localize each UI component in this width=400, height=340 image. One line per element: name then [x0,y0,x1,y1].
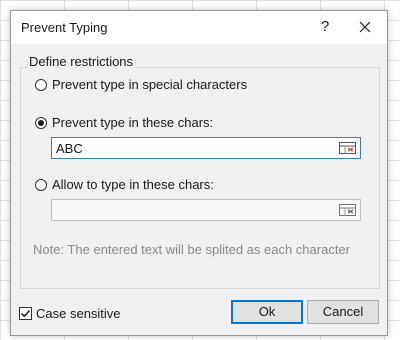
close-icon [359,21,371,33]
radio-option-special[interactable]: Prevent type in special characters [35,77,247,92]
range-select-button-allow[interactable] [338,202,358,218]
note-text: Note: The entered text will be splited a… [33,242,350,257]
radio-label-prevent-chars: Prevent type in these chars: [52,115,214,130]
ok-button[interactable]: Ok [231,300,303,324]
range-select-button-prevent[interactable] [338,140,358,156]
radio-label-special: Prevent type in special characters [52,77,248,92]
close-button[interactable] [355,17,375,37]
prevent-chars-value: ABC [56,141,83,156]
allow-chars-input[interactable] [51,199,361,221]
help-button[interactable]: ? [315,17,335,37]
radio-option-allow-chars[interactable]: Allow to type in these chars: [35,177,214,192]
cancel-button[interactable]: Cancel [307,300,379,324]
radio-button-allow-chars[interactable] [35,178,47,191]
range-select-icon [339,204,356,216]
radio-label-allow-chars: Allow to type in these chars: [52,177,214,192]
range-select-icon [339,142,356,154]
case-sensitive-checkbox[interactable] [19,307,32,320]
case-sensitive-label: Case sensitive [36,306,121,321]
prevent-typing-dialog: Prevent Typing ? Define restrictions Pre… [10,10,388,336]
dialog-title: Prevent Typing [21,20,108,35]
checkmark-icon [20,309,31,318]
restrictions-legend: Define restrictions [27,54,136,69]
radio-option-prevent-chars[interactable]: Prevent type in these chars: [35,115,213,130]
radio-button-special[interactable] [35,78,47,91]
prevent-chars-input[interactable]: ABC [51,137,361,159]
title-bar: Prevent Typing ? [11,11,387,44]
case-sensitive-option[interactable]: Case sensitive [19,306,121,321]
radio-button-prevent-chars[interactable] [35,116,47,129]
